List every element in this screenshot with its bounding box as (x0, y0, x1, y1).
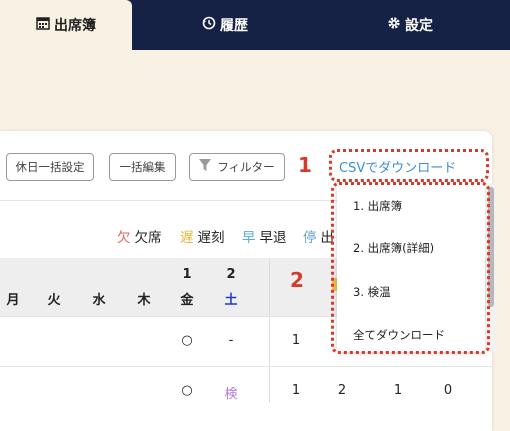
filter-icon (199, 159, 212, 175)
tab-attendance-label: 出席簿 (54, 18, 96, 34)
legend-late-label: 遅刻 (197, 230, 225, 246)
gear-icon (387, 16, 401, 34)
callout-one: 1 (298, 153, 312, 177)
row-divider (0, 366, 492, 367)
legend-late: 遅遅刻 (180, 226, 225, 246)
tab-attendance[interactable]: 出席簿 (0, 0, 132, 50)
header-day-fri: 金 (180, 293, 194, 308)
legend-early: 早早退 (242, 226, 287, 246)
cell-r2-c6: 0 (443, 383, 453, 398)
header-wed: 水 (92, 293, 106, 308)
tab-settings-label: 設定 (405, 18, 433, 34)
cell-r2-c2[interactable]: 検 (219, 383, 243, 402)
top-navigation: 出席簿 履歴 設定 (0, 0, 510, 50)
header-date-1: 1 (182, 267, 192, 282)
cell-r2-c3: 1 (291, 383, 301, 398)
legend-absent: 欠欠席 (117, 226, 162, 246)
tab-history-label: 履歴 (220, 18, 248, 34)
cell-r2-c4: 2 (337, 383, 347, 398)
header-day-sat: 土 (224, 293, 238, 308)
cell-r1-c3: 1 (291, 333, 301, 348)
legend-suspended-mark: 停 (303, 230, 317, 246)
cell-r2-c5: 1 (393, 383, 403, 398)
tab-settings[interactable]: 設定 (360, 0, 460, 50)
legend-absent-mark: 欠 (117, 230, 131, 246)
calendar-icon (36, 16, 50, 34)
column-divider (269, 258, 270, 403)
legend-late-mark: 遅 (180, 230, 194, 246)
filter-label: フィルター (217, 160, 275, 174)
legend-suspended: 停出 (303, 226, 334, 246)
header-tue: 火 (47, 293, 61, 308)
legend-early-mark: 早 (242, 230, 256, 246)
legend-early-label: 早退 (259, 230, 287, 246)
callout-two: 2 (290, 268, 304, 292)
dropdown-highlight (331, 182, 490, 354)
cell-r1-c2[interactable]: - (219, 333, 243, 348)
header-date-2: 2 (226, 267, 236, 282)
tab-history[interactable]: 履歴 (180, 0, 270, 50)
filter-button[interactable]: フィルター (189, 153, 285, 181)
csv-download-link[interactable]: CSVでダウンロード (339, 157, 456, 176)
history-icon (202, 16, 216, 34)
legend-absent-label: 欠席 (134, 230, 162, 246)
header-thu: 木 (137, 293, 151, 308)
header-mon: 月 (6, 293, 20, 308)
cell-r2-c1[interactable]: ○ (175, 383, 199, 398)
bulk-edit-button[interactable]: 一括編集 (109, 153, 176, 181)
holiday-bulk-button[interactable]: 休日一括設定 (6, 153, 94, 181)
cell-r1-c1[interactable]: ○ (175, 333, 199, 348)
